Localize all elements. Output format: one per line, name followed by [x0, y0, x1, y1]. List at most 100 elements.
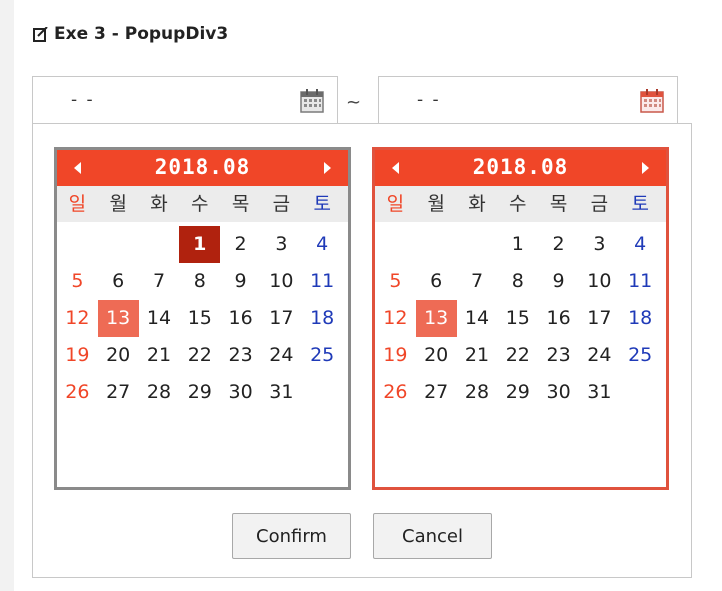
calendar-day-9[interactable]: 9	[538, 263, 579, 300]
day-grid: 1 2 3 4 5 6 7 8 9 10 11 12 13 14 15 16 17 18 19 20 21 22 23 24 2…	[57, 222, 348, 411]
edit-icon	[33, 26, 48, 42]
calendar-day-3[interactable]: 3	[261, 226, 302, 263]
end-date-input[interactable]: - -	[378, 76, 678, 124]
calendar-day-12[interactable]: 12	[57, 300, 98, 337]
empty-day-cell	[416, 226, 457, 263]
calendar-day-5[interactable]: 5	[375, 263, 416, 300]
calendar-day-16[interactable]: 16	[538, 300, 579, 337]
calendar-day-1[interactable]: 1	[497, 226, 538, 263]
calendar-day-31[interactable]: 31	[579, 374, 620, 411]
calendar-day-8[interactable]: 8	[497, 263, 538, 300]
calendar-day-23[interactable]: 23	[220, 337, 261, 374]
weekday-thu: 목	[231, 193, 250, 215]
calendar-day-20[interactable]: 20	[98, 337, 139, 374]
calendar-day-24[interactable]: 24	[261, 337, 302, 374]
calendar-day-10[interactable]: 10	[261, 263, 302, 300]
weekday-sat: 토	[313, 193, 331, 215]
calendar-day-19[interactable]: 19	[57, 337, 98, 374]
calendar-day-12[interactable]: 12	[375, 300, 416, 337]
calendar-day-22[interactable]: 22	[179, 337, 220, 374]
empty-day-cell	[57, 226, 98, 263]
triangle-right-icon[interactable]	[324, 162, 331, 174]
calendar-day-2[interactable]: 2	[220, 226, 261, 263]
weekday-row: 일 월 화 수 목 금 토	[375, 186, 666, 222]
calendar-day-16[interactable]: 16	[220, 300, 261, 337]
empty-day-cell	[375, 226, 416, 263]
day-grid: 1 2 3 4 5 6 7 8 9 10 11 12 13 14 15 16 17 18 19 20 21 22 23 24 2…	[375, 222, 666, 411]
calendar-day-15[interactable]: 15	[497, 300, 538, 337]
calendar-day-24[interactable]: 24	[579, 337, 620, 374]
weekday-wed: 수	[509, 193, 527, 215]
calendar-day-27[interactable]: 27	[98, 374, 139, 411]
calendar-day-26[interactable]: 26	[57, 374, 98, 411]
calendar-day-1[interactable]: 1	[179, 226, 221, 263]
calendar-day-20[interactable]: 20	[416, 337, 457, 374]
calendar-day-27[interactable]: 27	[416, 374, 457, 411]
calendar-month-label: 2018.08	[472, 155, 569, 179]
calendar-day-14[interactable]: 14	[457, 300, 498, 337]
calendar-day-23[interactable]: 23	[538, 337, 579, 374]
calendar-day-7[interactable]: 7	[139, 263, 180, 300]
weekday-fri: 금	[272, 193, 291, 215]
page-title-row: Exe 3 - PopupDiv3	[33, 24, 228, 44]
weekday-sun: 일	[68, 193, 87, 215]
confirm-button[interactable]: Confirm	[232, 513, 351, 559]
weekday-sun: 일	[386, 193, 405, 215]
calendar-day-28[interactable]: 28	[457, 374, 498, 411]
calendar-month-label: 2018.08	[154, 155, 251, 179]
start-calendar: 2018.08 일 월 화 수 목 금 토 1 2 3 4 5 6 7 8 9 10 11 12 13 1…	[54, 147, 351, 490]
calendar-day-25[interactable]: 25	[620, 337, 661, 374]
end-date-value: - -	[417, 90, 441, 110]
start-date-input[interactable]: - -	[32, 76, 338, 124]
calendar-day-19[interactable]: 19	[375, 337, 416, 374]
weekday-mon: 월	[427, 193, 445, 215]
calendar-day-11[interactable]: 11	[302, 263, 343, 300]
calendar-day-29[interactable]: 29	[497, 374, 538, 411]
calendar-day-21[interactable]: 21	[457, 337, 498, 374]
triangle-right-icon[interactable]	[642, 162, 649, 174]
calendar-day-31[interactable]: 31	[261, 374, 302, 411]
weekday-tue: 화	[468, 193, 486, 215]
calendar-day-25[interactable]: 25	[302, 337, 343, 374]
calendar-day-11[interactable]: 11	[620, 263, 661, 300]
start-date-value: - -	[71, 90, 95, 110]
calendar-day-6[interactable]: 6	[98, 263, 139, 300]
weekday-mon: 월	[109, 193, 127, 215]
calendar-day-4[interactable]: 4	[302, 226, 343, 263]
calendar-day-8[interactable]: 8	[179, 263, 220, 300]
calendar-day-18[interactable]: 18	[620, 300, 661, 337]
calendar-day-13[interactable]: 13	[97, 300, 139, 337]
calendar-header: 2018.08	[57, 150, 348, 186]
calendar-day-2[interactable]: 2	[538, 226, 579, 263]
calendar-day-28[interactable]: 28	[139, 374, 180, 411]
calendar-day-3[interactable]: 3	[579, 226, 620, 263]
calendar-day-10[interactable]: 10	[579, 263, 620, 300]
calendar-day-6[interactable]: 6	[416, 263, 457, 300]
calendar-day-17[interactable]: 17	[261, 300, 302, 337]
calendar-header: 2018.08	[375, 150, 666, 186]
calendar-day-13[interactable]: 13	[415, 300, 457, 337]
calendar-day-29[interactable]: 29	[179, 374, 220, 411]
calendar-day-17[interactable]: 17	[579, 300, 620, 337]
calendar-icon[interactable]	[299, 88, 325, 114]
calendar-icon[interactable]	[639, 88, 665, 114]
calendar-day-30[interactable]: 30	[538, 374, 579, 411]
calendar-day-15[interactable]: 15	[179, 300, 220, 337]
calendar-day-21[interactable]: 21	[139, 337, 180, 374]
calendar-day-18[interactable]: 18	[302, 300, 343, 337]
calendar-day-30[interactable]: 30	[220, 374, 261, 411]
calendar-day-4[interactable]: 4	[620, 226, 661, 263]
weekday-sat: 토	[631, 193, 649, 215]
calendar-day-9[interactable]: 9	[220, 263, 261, 300]
calendar-day-22[interactable]: 22	[497, 337, 538, 374]
weekday-tue: 화	[150, 193, 168, 215]
weekday-thu: 목	[549, 193, 568, 215]
calendar-day-5[interactable]: 5	[57, 263, 98, 300]
page-title: Exe 3 - PopupDiv3	[54, 24, 229, 44]
calendar-day-26[interactable]: 26	[375, 374, 416, 411]
empty-day-cell	[98, 226, 139, 263]
calendar-day-14[interactable]: 14	[139, 300, 180, 337]
weekday-row: 일 월 화 수 목 금 토	[57, 186, 348, 222]
cancel-button[interactable]: Cancel	[373, 513, 492, 559]
calendar-day-7[interactable]: 7	[457, 263, 498, 300]
